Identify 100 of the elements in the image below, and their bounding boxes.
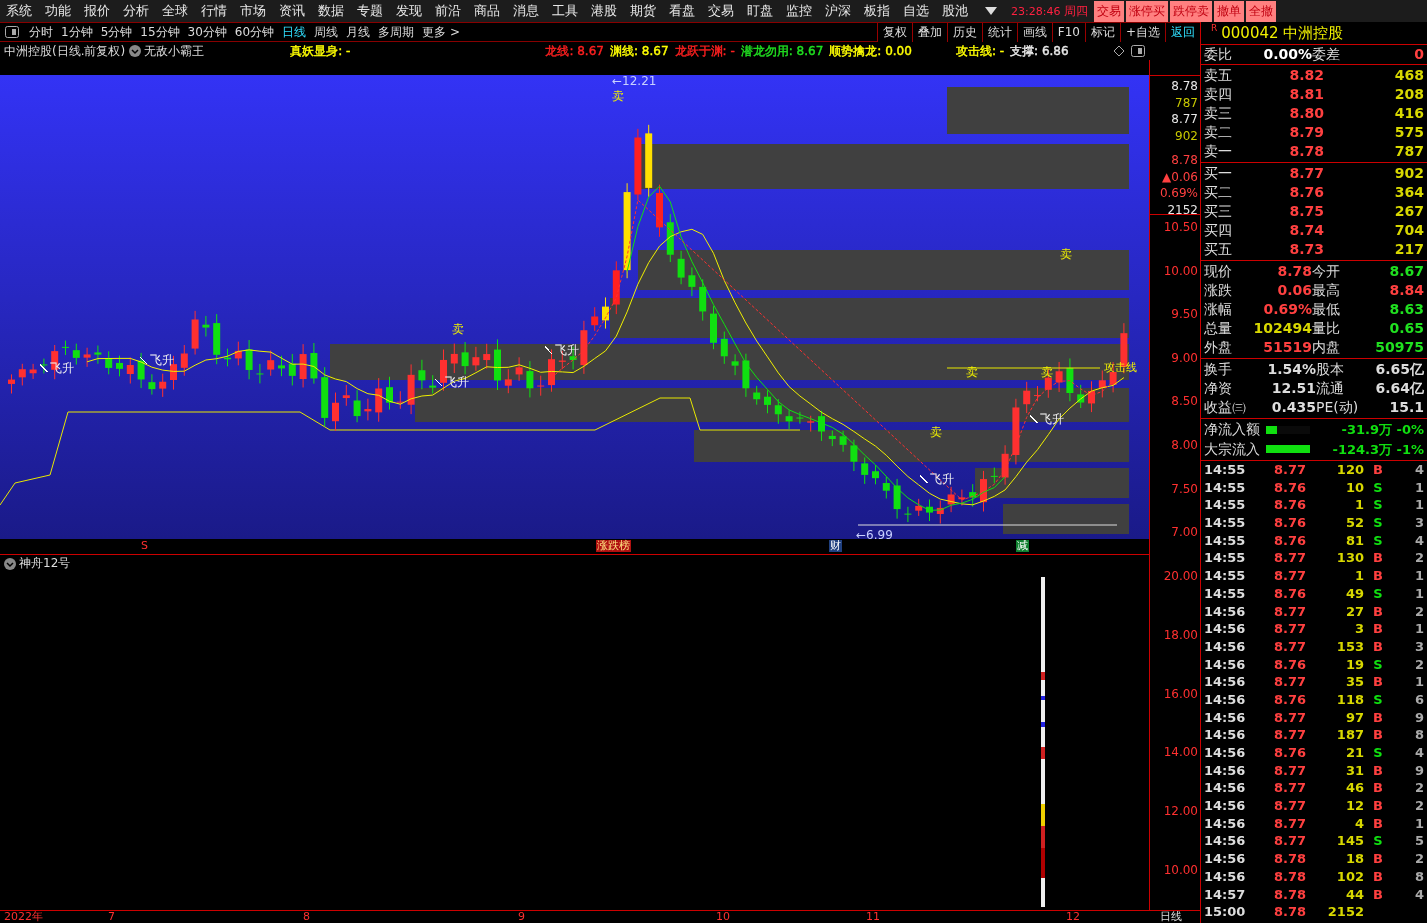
- trade-count: 8: [1413, 726, 1424, 744]
- period-tab[interactable]: 周线: [314, 23, 339, 41]
- field-label: 收益㈢: [1204, 398, 1247, 417]
- trade-side: B: [1372, 761, 1384, 780]
- formula-name: 无敌小霸王: [144, 42, 205, 60]
- menu-item[interactable]: 自选: [903, 2, 929, 20]
- menu-item[interactable]: 交易: [708, 2, 734, 20]
- trade-time: 14:56: [1204, 602, 1247, 621]
- trade-price: 8.77: [1272, 673, 1306, 691]
- toolbar-button[interactable]: 复权: [876, 22, 912, 42]
- bid-label: 买五: [1204, 240, 1233, 259]
- trade-price: 8.77: [1272, 708, 1306, 727]
- toolbar-button[interactable]: +自选: [1119, 22, 1165, 42]
- field-value: 102494: [1252, 319, 1312, 338]
- toolbar-button[interactable]: 历史: [946, 22, 982, 42]
- panel-toggle-icon[interactable]: [5, 26, 19, 38]
- trade-count: 1: [1413, 814, 1424, 833]
- bid-label: 买四: [1204, 221, 1233, 240]
- ask-price: 8.81: [1288, 85, 1324, 104]
- trade-side: B: [1372, 726, 1384, 744]
- menu-item[interactable]: 功能: [45, 2, 71, 20]
- chart-annotation: 卖: [1060, 247, 1072, 261]
- menu-item[interactable]: 板指: [864, 2, 890, 20]
- menu-item[interactable]: 工具: [552, 2, 578, 20]
- field-label: 换手: [1204, 360, 1233, 379]
- menu-item[interactable]: 监控: [786, 2, 812, 20]
- menu-item[interactable]: 资讯: [279, 2, 305, 20]
- date-label: 9: [518, 911, 525, 923]
- trade-count: 6: [1413, 690, 1424, 709]
- event-marker[interactable]: S: [140, 540, 149, 553]
- menu-item[interactable]: 港股: [591, 2, 617, 20]
- event-marker[interactable]: 涨跌榜: [596, 540, 631, 553]
- period-tab[interactable]: 分时: [29, 23, 53, 41]
- menu-item[interactable]: 盯盘: [747, 2, 773, 20]
- toolbar-button[interactable]: 统计: [981, 22, 1017, 42]
- period-tab[interactable]: 日线: [282, 23, 307, 41]
- toolbar-button[interactable]: 返回: [1165, 22, 1200, 42]
- period-tab[interactable]: 月线: [346, 23, 371, 41]
- menu-item[interactable]: 沪深: [825, 2, 851, 20]
- trade-side: B: [1372, 567, 1384, 585]
- menu-item[interactable]: 期货: [630, 2, 656, 20]
- chevron-down-icon[interactable]: [4, 557, 16, 570]
- trade-volume: 145: [1335, 832, 1364, 851]
- field-label: 今开: [1312, 262, 1341, 281]
- menu-item[interactable]: 专题: [357, 2, 383, 20]
- period-tab[interactable]: 15分钟: [140, 23, 180, 41]
- toolbar-button[interactable]: 叠加: [911, 22, 947, 42]
- period-tab[interactable]: 1分钟: [61, 23, 93, 41]
- period-tab[interactable]: 5分钟: [100, 23, 133, 41]
- trade-price: 8.78: [1272, 885, 1306, 904]
- dropdown-icon[interactable]: [985, 7, 997, 15]
- trade-time: 14:55: [1204, 478, 1247, 497]
- menu-item[interactable]: 系统: [6, 2, 32, 20]
- flow-label: 净流入额: [1204, 420, 1261, 439]
- menu-item[interactable]: 消息: [513, 2, 539, 20]
- period-tab[interactable]: 30分钟: [187, 23, 227, 41]
- trade-volume: 102: [1335, 867, 1364, 886]
- ask-label: 卖三: [1204, 104, 1233, 123]
- trade-price: 8.77: [1272, 602, 1306, 621]
- panel-toggle-icon[interactable]: [1130, 45, 1145, 57]
- chevron-down-icon[interactable]: [129, 45, 142, 57]
- trade-volume: 18: [1344, 850, 1364, 868]
- trade-time: 14:56: [1204, 761, 1247, 780]
- menu-item[interactable]: 市场: [240, 2, 266, 20]
- menu-item[interactable]: 行情: [201, 2, 227, 20]
- menu-item[interactable]: 全球: [162, 2, 188, 20]
- trade-price: 8.77: [1272, 461, 1306, 479]
- period-tab[interactable]: 60分钟: [234, 23, 275, 41]
- bid-label: 买二: [1204, 183, 1233, 202]
- menu-item[interactable]: 看盘: [669, 2, 695, 20]
- menu-item[interactable]: 分析: [123, 2, 149, 20]
- trade-side: B: [1372, 885, 1384, 904]
- ask-label: 卖五: [1204, 66, 1233, 85]
- bid-price: 8.73: [1288, 240, 1324, 259]
- trade-count: 2: [1413, 549, 1424, 568]
- trade-time: 14:56: [1204, 867, 1247, 886]
- menu-item[interactable]: 股池: [942, 2, 968, 20]
- menu-item[interactable]: 商品: [474, 2, 500, 20]
- period-tab[interactable]: 更多 >: [422, 23, 460, 41]
- event-marker[interactable]: 减: [1016, 540, 1029, 553]
- event-marker[interactable]: 财: [829, 540, 842, 553]
- trade-price: 8.76: [1272, 478, 1306, 497]
- field-label: PE(动): [1316, 398, 1360, 417]
- trade-side: S: [1372, 531, 1384, 550]
- menu-item[interactable]: 发现: [396, 2, 422, 20]
- trade-time: 14:56: [1204, 673, 1247, 691]
- trade-side: B: [1372, 637, 1384, 656]
- menu-item[interactable]: 报价: [84, 2, 110, 20]
- menu-item[interactable]: 数据: [318, 2, 344, 20]
- menu-item[interactable]: 前沿: [435, 2, 461, 20]
- field-label: 股本: [1316, 360, 1345, 379]
- date-label: 11: [866, 911, 880, 923]
- flow-value: -124.3万: [1331, 440, 1392, 459]
- toolbar-button[interactable]: 标记: [1084, 22, 1120, 42]
- toolbar-button[interactable]: 画线: [1016, 22, 1052, 42]
- toolbar-button[interactable]: F10: [1051, 22, 1085, 42]
- diamond-icon[interactable]: [1112, 45, 1125, 57]
- period-tab[interactable]: 多周期: [378, 23, 415, 41]
- trade-side: B: [1372, 461, 1384, 479]
- trade-count: 1: [1413, 478, 1424, 497]
